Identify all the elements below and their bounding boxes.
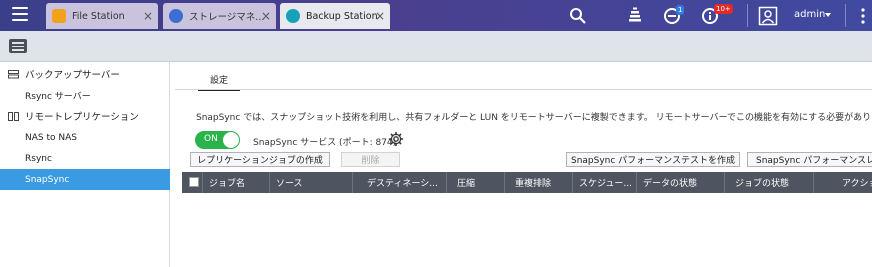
column-header-source[interactable]: ソース bbox=[269, 172, 352, 193]
performance-report-button[interactable]: SnapSync パフォーマンスレポ bbox=[747, 152, 872, 167]
job-table-header: ジョブ名 ソース デスティネーシ... 圧縮 重複排除 スケジュー... データ… bbox=[182, 172, 872, 193]
sidebar-section-label: バックアップサーバー bbox=[25, 70, 120, 81]
tab-label: File Station bbox=[72, 10, 125, 22]
sidebar-section-remote-replication[interactable]: リモートレプリケーション bbox=[0, 106, 170, 126]
replication-icon bbox=[8, 111, 19, 121]
toggle-label: ON bbox=[204, 134, 218, 144]
notification-badge: 1 bbox=[676, 5, 685, 15]
tab-divider bbox=[175, 89, 872, 90]
select-all-checkbox[interactable] bbox=[189, 177, 199, 187]
service-label: SnapSync サービス (ポート: 874) bbox=[253, 138, 397, 148]
alert-badge: 10+ bbox=[714, 4, 733, 14]
user-avatar-icon[interactable] bbox=[758, 6, 778, 26]
column-header-job-name[interactable]: ジョブ名 bbox=[202, 172, 269, 193]
server-icon bbox=[8, 69, 19, 78]
top-bar: File Station × ストレージマネ... × Backup Stati… bbox=[0, 0, 872, 31]
file-station-icon bbox=[52, 9, 66, 23]
column-header-data-status[interactable]: データの状態 bbox=[636, 172, 724, 193]
sidebar-item-label: Rsync サーバー bbox=[25, 92, 91, 102]
close-icon[interactable]: × bbox=[143, 9, 153, 23]
column-header-action[interactable]: アクショ bbox=[813, 172, 872, 193]
create-performance-test-button[interactable]: SnapSync パフォーマンステストを作成 bbox=[566, 152, 740, 167]
delete-button[interactable]: 削除 bbox=[341, 152, 400, 167]
column-header-job-status[interactable]: ジョブの状態 bbox=[724, 172, 813, 193]
divider bbox=[747, 4, 748, 27]
backup-station-icon bbox=[286, 9, 300, 23]
tab-label: Backup Station bbox=[306, 10, 378, 22]
tab-storage-manager[interactable]: ストレージマネ... × bbox=[163, 3, 276, 29]
close-icon[interactable]: × bbox=[375, 9, 385, 23]
app-toolbar bbox=[0, 31, 872, 62]
user-name[interactable]: admin bbox=[794, 9, 825, 20]
column-header-deduplication[interactable]: 重複排除 bbox=[504, 172, 572, 193]
sidebar: バックアップサーバー Rsync サーバー リモートレプリケーション NAS t… bbox=[0, 62, 170, 267]
description-text: SnapSync では、スナップショット技術を利用し、共有フォルダーと LUN … bbox=[196, 113, 872, 123]
column-header-schedule[interactable]: スケジュー... bbox=[572, 172, 636, 193]
snapsync-service-toggle[interactable]: ON bbox=[195, 131, 240, 149]
column-header-compression[interactable]: 圧縮 bbox=[446, 172, 504, 193]
sidebar-item-snapsync[interactable]: SnapSync bbox=[0, 169, 170, 190]
search-icon[interactable] bbox=[568, 6, 588, 26]
sidebar-item-rsync-server[interactable]: Rsync サーバー bbox=[0, 85, 170, 106]
sidebar-section-backup-server[interactable]: バックアップサーバー bbox=[0, 64, 170, 84]
divider bbox=[845, 4, 846, 27]
sidebar-item-rsync[interactable]: Rsync bbox=[0, 148, 170, 169]
main-menu-button[interactable] bbox=[12, 7, 28, 23]
sidebar-item-nas-to-nas[interactable]: NAS to NAS bbox=[0, 127, 170, 148]
column-header-destination[interactable]: デスティネーシ... bbox=[352, 172, 446, 193]
tab-file-station[interactable]: File Station × bbox=[46, 3, 158, 29]
sidebar-section-label: リモートレプリケーション bbox=[25, 112, 139, 123]
create-replication-job-button[interactable]: レプリケーションジョブの作成 bbox=[190, 152, 330, 167]
toggle-knob bbox=[223, 132, 239, 148]
storage-manager-icon bbox=[169, 9, 183, 23]
gear-icon[interactable] bbox=[388, 131, 404, 147]
background-tasks-icon[interactable] bbox=[625, 6, 645, 26]
sidebar-item-label: NAS to NAS bbox=[25, 132, 77, 143]
sidebar-toggle-icon[interactable] bbox=[9, 39, 27, 53]
tab-backup-station[interactable]: Backup Station × bbox=[280, 3, 390, 29]
chevron-down-icon[interactable] bbox=[825, 13, 831, 17]
tab-label: ストレージマネ... bbox=[189, 12, 265, 23]
sidebar-item-label: Rsync bbox=[25, 153, 52, 164]
close-icon[interactable]: × bbox=[261, 9, 271, 23]
more-options-icon[interactable] bbox=[853, 6, 872, 26]
sidebar-item-label: SnapSync bbox=[25, 174, 70, 185]
